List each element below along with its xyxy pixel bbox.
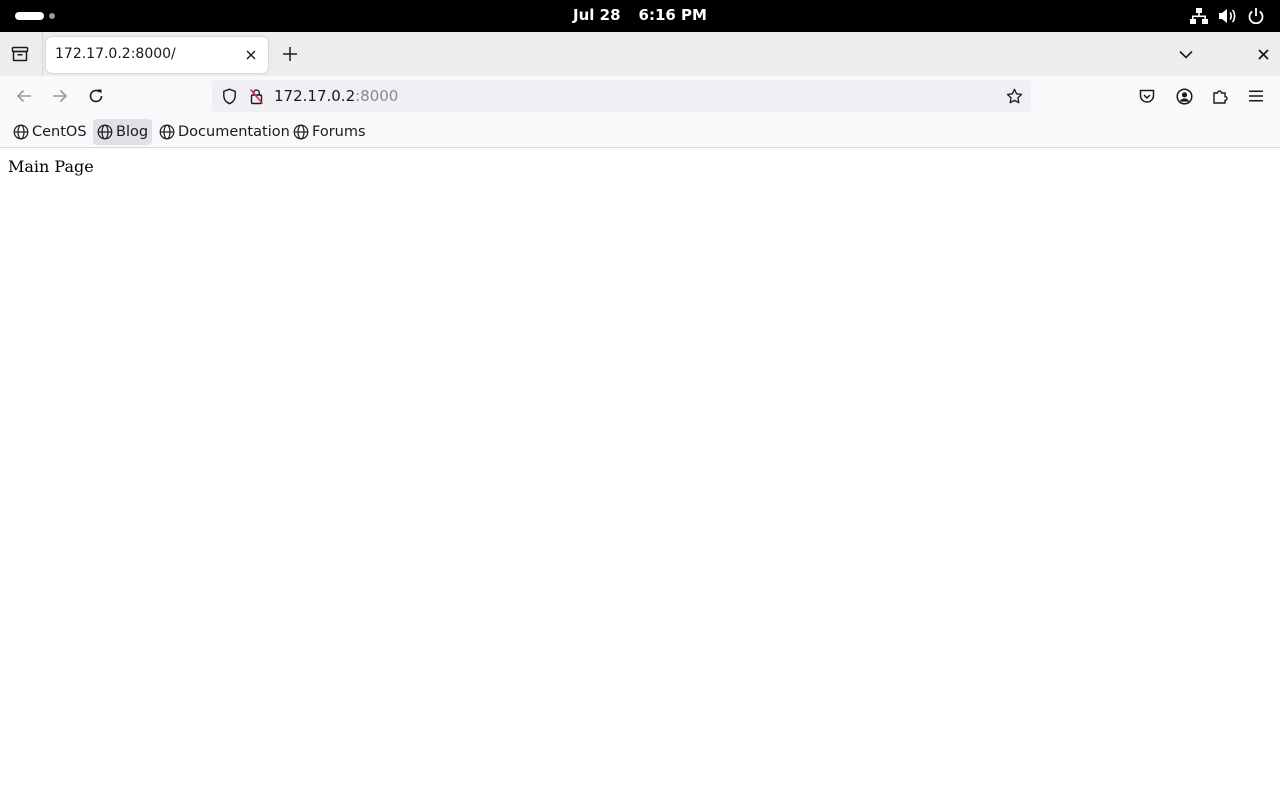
list-all-tabs-chevron-down-icon[interactable] <box>1176 44 1196 64</box>
tab-active[interactable]: 172.17.0.2:8000/ <box>46 37 268 73</box>
globe-icon <box>293 124 309 140</box>
forward-arrow-icon[interactable] <box>50 86 70 106</box>
reload-icon[interactable] <box>86 86 106 106</box>
tab-close-icon[interactable] <box>242 46 260 64</box>
url-text: 172.17.0.2:8000 <box>274 87 398 105</box>
insecure-lock-icon[interactable] <box>247 87 265 105</box>
bookmark-forums[interactable]: Forums <box>289 119 370 145</box>
bookmark-label: Forums <box>312 124 366 140</box>
bookmark-blog[interactable]: Blog <box>93 119 153 145</box>
page-heading: Main Page <box>8 157 94 176</box>
clock-date: Jul 28 <box>573 6 621 24</box>
new-tab-icon[interactable] <box>279 44 301 64</box>
volume-icon[interactable] <box>1217 6 1237 26</box>
network-icon[interactable] <box>1189 6 1209 26</box>
bookmark-label: Documentation <box>178 124 290 140</box>
bookmark-label: CentOS <box>32 124 87 140</box>
system-top-bar: Jul 28 6:16 PM <box>0 0 1280 32</box>
url-host: 172.17.0.2 <box>274 87 356 105</box>
extensions-puzzle-icon[interactable] <box>1210 86 1230 106</box>
tab-strip-divider <box>42 32 43 76</box>
clock-time: 6:16 PM <box>638 6 707 24</box>
window-close-icon[interactable] <box>1253 44 1273 64</box>
power-icon[interactable] <box>1246 6 1266 26</box>
back-arrow-icon[interactable] <box>14 86 34 106</box>
bookmark-centos[interactable]: CentOS <box>9 119 91 145</box>
menu-hamburger-icon[interactable] <box>1246 86 1266 106</box>
bookmark-star-icon[interactable] <box>1005 87 1023 105</box>
bookmark-documentation[interactable]: Documentation <box>155 119 294 145</box>
tracking-protection-shield-icon[interactable] <box>220 87 238 105</box>
clock[interactable]: Jul 28 6:16 PM <box>0 6 1280 24</box>
url-port: :8000 <box>355 87 399 105</box>
address-bar[interactable]: 172.17.0.2:8000 <box>212 80 1031 112</box>
tab-title: 172.17.0.2:8000/ <box>55 46 176 62</box>
globe-icon <box>13 124 29 140</box>
globe-icon <box>159 124 175 140</box>
account-icon[interactable] <box>1174 86 1194 106</box>
bookmarks-toolbar: CentOS Blog Documentation Forums <box>0 116 1280 148</box>
globe-icon <box>97 124 113 140</box>
pocket-icon[interactable] <box>1137 86 1157 106</box>
bookmark-label: Blog <box>116 124 149 140</box>
tab-overview-icon[interactable] <box>9 44 31 64</box>
